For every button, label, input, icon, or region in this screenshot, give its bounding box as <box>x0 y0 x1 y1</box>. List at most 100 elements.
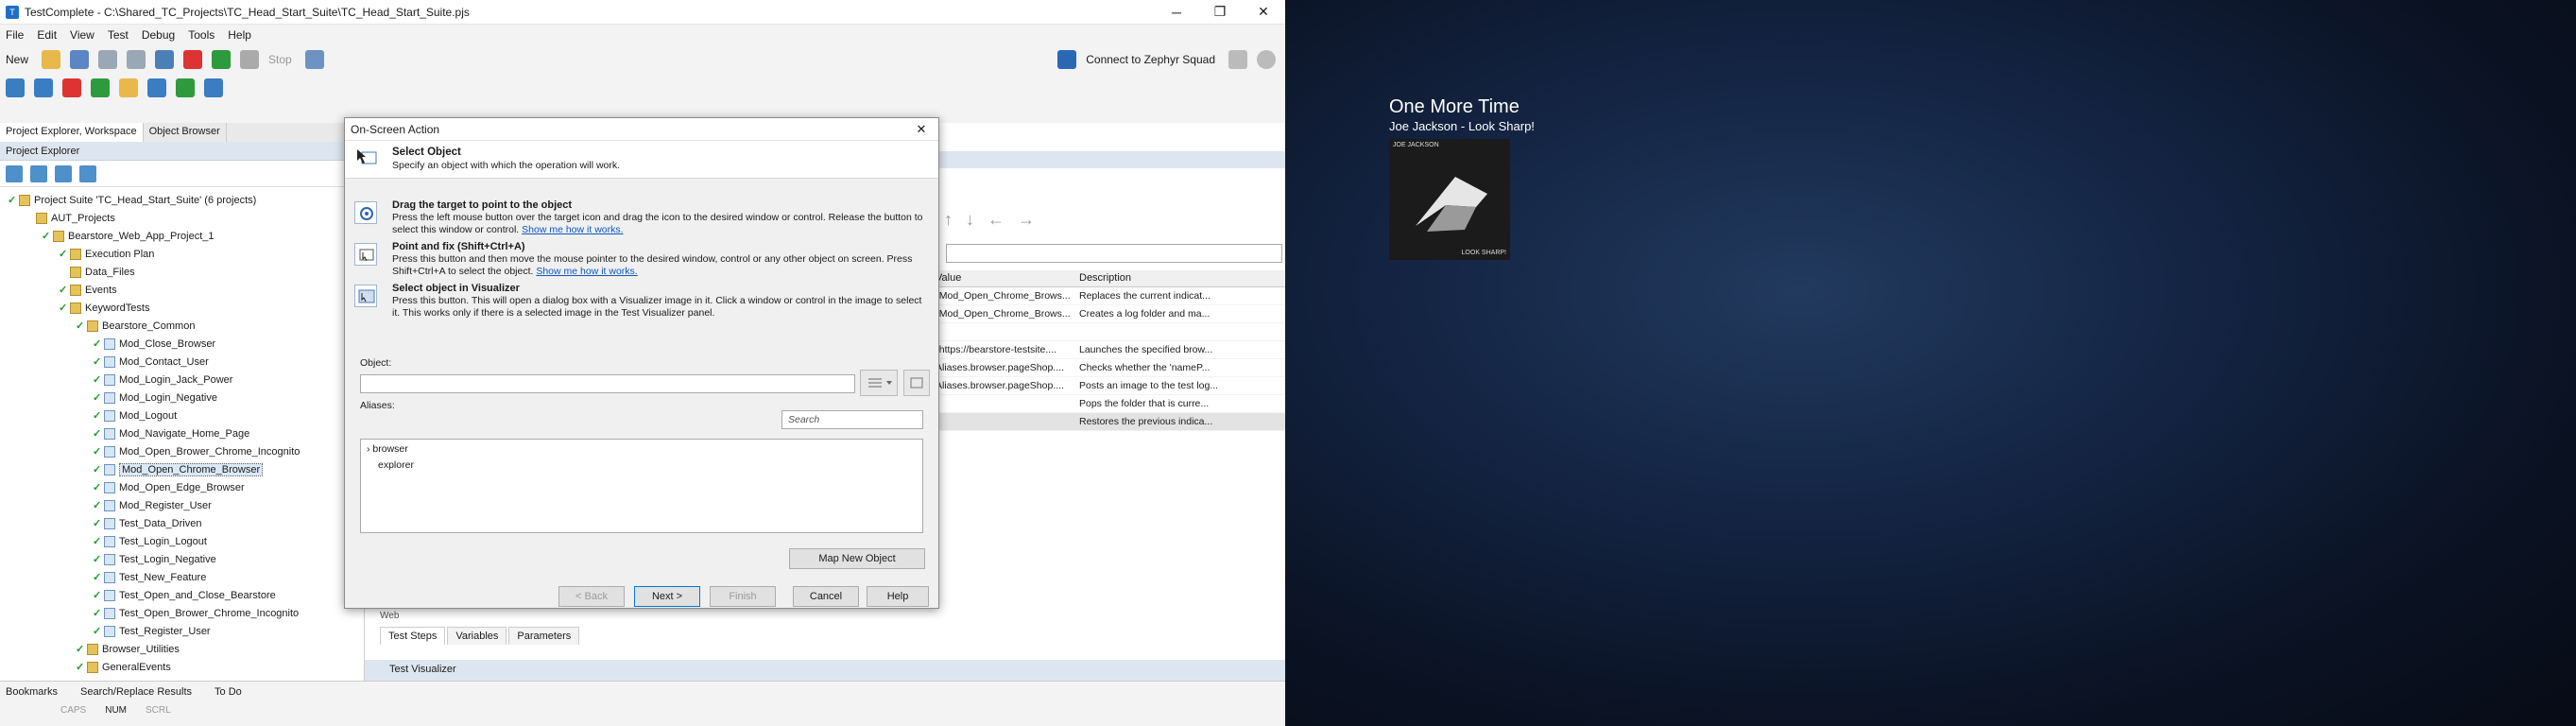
menu-view[interactable]: View <box>70 28 94 42</box>
cancel-button[interactable]: Cancel <box>793 586 859 607</box>
properties-icon[interactable] <box>55 164 72 182</box>
stop-button[interactable]: Stop <box>268 53 292 66</box>
grid-row[interactable]: Pops the folder that is curre... <box>932 395 1285 413</box>
add-project-icon[interactable] <box>155 50 175 69</box>
toolbar-icon[interactable] <box>34 78 53 97</box>
filter-input[interactable] <box>946 244 1282 263</box>
toolbar-icon[interactable] <box>6 78 25 97</box>
menu-help[interactable]: Help <box>228 28 251 42</box>
map-new-object-button[interactable]: Map New Object <box>789 548 925 569</box>
restore-icon[interactable]: ❐ <box>1198 4 1242 20</box>
menu-file[interactable]: File <box>6 28 24 42</box>
new-button[interactable]: New <box>6 53 28 66</box>
visualizer-icon[interactable] <box>354 285 377 307</box>
open-icon[interactable] <box>42 50 61 69</box>
tree-item[interactable]: ✓ Mod_Logout <box>0 406 364 424</box>
tree-item[interactable]: ✓ Test_Open_Brower_Chrome_Incognito <box>0 604 364 622</box>
tab-bookmarks[interactable]: Bookmarks <box>6 686 58 698</box>
minimize-icon[interactable]: ─ <box>1155 5 1198 20</box>
menu-edit[interactable]: Edit <box>37 28 57 42</box>
save-icon[interactable] <box>70 50 90 69</box>
tab-variables[interactable]: Variables <box>447 626 507 645</box>
tree-item[interactable]: ✓ Mod_Register_User <box>0 496 364 514</box>
toolbar-icon[interactable] <box>91 78 110 97</box>
tree-item[interactable]: ✓ Bearstore_Web_App_Project_1 <box>0 227 364 245</box>
tab-test-steps[interactable]: Test Steps <box>380 626 446 645</box>
tree-item[interactable]: Data_Files <box>0 263 364 281</box>
menu-test[interactable]: Test <box>108 28 129 42</box>
tree-item[interactable]: ✓ Test_Login_Logout <box>0 532 364 550</box>
menu-tools[interactable]: Tools <box>188 28 215 42</box>
toolbar-icon[interactable] <box>147 78 166 97</box>
add-folder-icon[interactable] <box>30 164 47 182</box>
move-arrows-icon[interactable]: ↑↓←→ <box>944 210 1048 230</box>
grid-row[interactable]: Aliases.browser.pageShop.... Posts an ima… <box>932 377 1285 395</box>
column-description[interactable]: Description <box>1075 270 1217 286</box>
target-icon[interactable] <box>304 50 324 69</box>
tree-item[interactable]: ✓ KeywordTests <box>0 299 364 317</box>
alias-search-input[interactable]: Search <box>781 410 923 429</box>
crosshair-target-icon[interactable] <box>354 201 377 224</box>
close-icon[interactable]: ✕ <box>904 122 938 137</box>
tree-item[interactable]: ✓ Test_Data_Driven <box>0 514 364 532</box>
tab-search-replace[interactable]: Search/Replace Results <box>80 686 192 698</box>
tree-item[interactable]: ✓ Mod_Open_Chrome_Browser <box>0 460 364 478</box>
back-button[interactable]: < Back <box>558 586 625 607</box>
tree-item[interactable]: ✓ Mod_Login_Negative <box>0 389 364 406</box>
tree-item[interactable]: ✓ Events <box>0 281 364 299</box>
close-icon[interactable]: ✕ <box>1242 4 1285 20</box>
run-item-icon[interactable] <box>79 164 96 182</box>
column-value[interactable]: Value <box>932 270 1075 286</box>
tree-item[interactable]: ✓ Project Suite 'TC_Head_Start_Suite' (6 … <box>0 191 364 209</box>
notification-icon[interactable] <box>1228 50 1247 69</box>
tree-item[interactable]: AUT_Projects <box>0 209 364 227</box>
menu-debug[interactable]: Debug <box>142 28 175 42</box>
object-input[interactable] <box>360 374 855 393</box>
tree-item[interactable]: ✓ Test_Login_Negative <box>0 550 364 568</box>
tree-item[interactable]: ✓ Test_New_Feature <box>0 568 364 586</box>
zephyr-icon[interactable] <box>1057 50 1077 69</box>
option2-link[interactable]: Show me how it works. <box>536 266 637 277</box>
grid-row[interactable]: Restores the previous indica... <box>932 413 1285 431</box>
object-highlight-button[interactable] <box>903 370 930 396</box>
tree-item[interactable]: ✓ Bearstore_Common <box>0 317 364 335</box>
grid-row[interactable] <box>932 323 1285 341</box>
tree-item[interactable]: ✓ Mod_Open_Edge_Browser <box>0 478 364 496</box>
tree-item[interactable]: ✓ Mod_Close_Browser <box>0 335 364 353</box>
account-icon[interactable] <box>1257 50 1276 69</box>
tab-project-explorer[interactable]: Project Explorer, Workspace <box>0 123 144 142</box>
zephyr-button[interactable]: Connect to Zephyr Squad <box>1086 53 1215 66</box>
tab-parameters[interactable]: Parameters <box>508 626 580 645</box>
alias-item-browser[interactable]: › browser <box>367 443 917 459</box>
tree-item[interactable]: ✓ GeneralEvents <box>0 658 364 676</box>
tab-todo[interactable]: To Do <box>215 686 242 698</box>
record-icon[interactable] <box>183 50 203 69</box>
next-button[interactable]: Next > <box>634 586 700 607</box>
toolbar-icon[interactable] <box>176 78 195 97</box>
tree-item[interactable]: ✓ Test_Register_User <box>0 622 364 640</box>
grid-row[interactable]: "https://bearstore-testsite.... Launches … <box>932 341 1285 359</box>
add-item-icon[interactable] <box>6 164 23 182</box>
help-button[interactable]: Help <box>867 586 929 607</box>
tree-item[interactable]: ✓ Browser_Utilities <box>0 640 364 658</box>
option1-link[interactable]: Show me how it works. <box>522 224 623 235</box>
test-visualizer-bar[interactable]: Test Visualizer <box>365 660 1285 681</box>
finish-button[interactable]: Finish <box>710 586 776 607</box>
point-and-fix-icon[interactable] <box>354 243 377 266</box>
toolbar-icon[interactable] <box>62 78 81 97</box>
tab-object-browser[interactable]: Object Browser <box>144 123 227 142</box>
stop-icon[interactable] <box>240 50 260 69</box>
tree-item[interactable]: ✓ Execution Plan <box>0 245 364 263</box>
grid-row[interactable]: "Mod_Open_Chrome_Brows... Creates a log f… <box>932 305 1285 323</box>
tree-item[interactable]: ✓ Mod_Navigate_Home_Page <box>0 424 364 442</box>
grid-row[interactable]: "Mod_Open_Chrome_Brows... Replaces the cu… <box>932 287 1285 305</box>
tree-item[interactable]: ✓ Test_Open_and_Close_Bearstore <box>0 586 364 604</box>
run-icon[interactable] <box>212 50 232 69</box>
tree-item[interactable]: ✓ Mod_Login_Jack_Power <box>0 371 364 389</box>
toolbar-icon[interactable] <box>119 78 138 97</box>
tree-item[interactable]: ✓ Mod_Contact_User <box>0 353 364 371</box>
tree-item[interactable]: ✓ Mod_Open_Brower_Chrome_Incognito <box>0 442 364 460</box>
alias-item-explorer[interactable]: explorer <box>367 459 917 475</box>
redo-icon[interactable] <box>127 50 146 69</box>
grid-row[interactable]: Aliases.browser.pageShop.... Checks wheth… <box>932 359 1285 377</box>
